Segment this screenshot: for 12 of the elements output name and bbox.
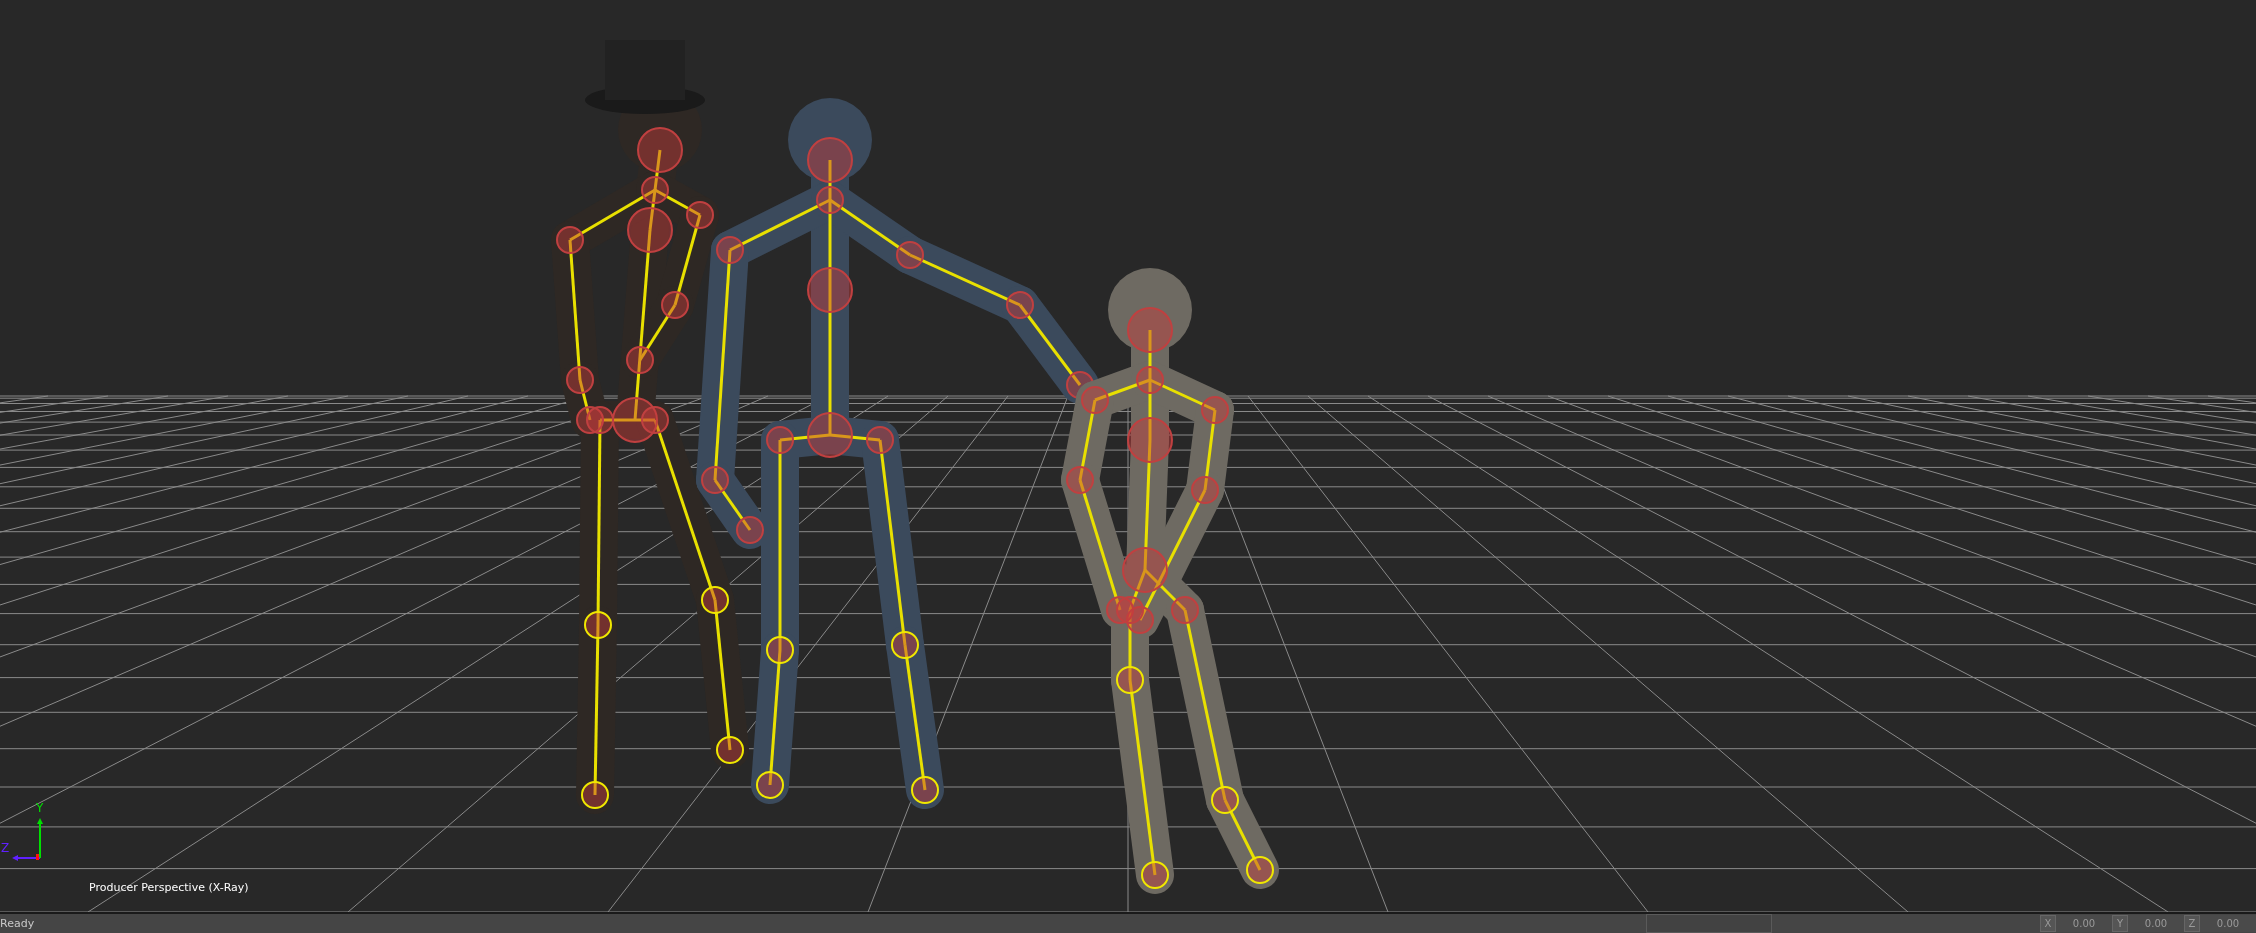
status-message: Ready (0, 916, 35, 932)
coordinate-field[interactable]: 0.00 (2200, 915, 2256, 932)
viewport-label: Producer Perspective (X-Ray) (89, 881, 249, 895)
axis-lock-button[interactable]: X (2040, 915, 2056, 932)
coordinate-field[interactable]: 0.00 (2056, 915, 2112, 932)
axis-lock-button[interactable]: Y (2112, 915, 2128, 932)
axis-gizmo-icon (12, 818, 44, 862)
axis-label: Z (1, 842, 10, 855)
coordinate-field[interactable]: 0.00 (2128, 915, 2184, 932)
prompt-field[interactable] (1646, 914, 1772, 933)
axis-lock-button[interactable]: Z (2184, 915, 2200, 932)
axis-label: Y (36, 802, 44, 815)
